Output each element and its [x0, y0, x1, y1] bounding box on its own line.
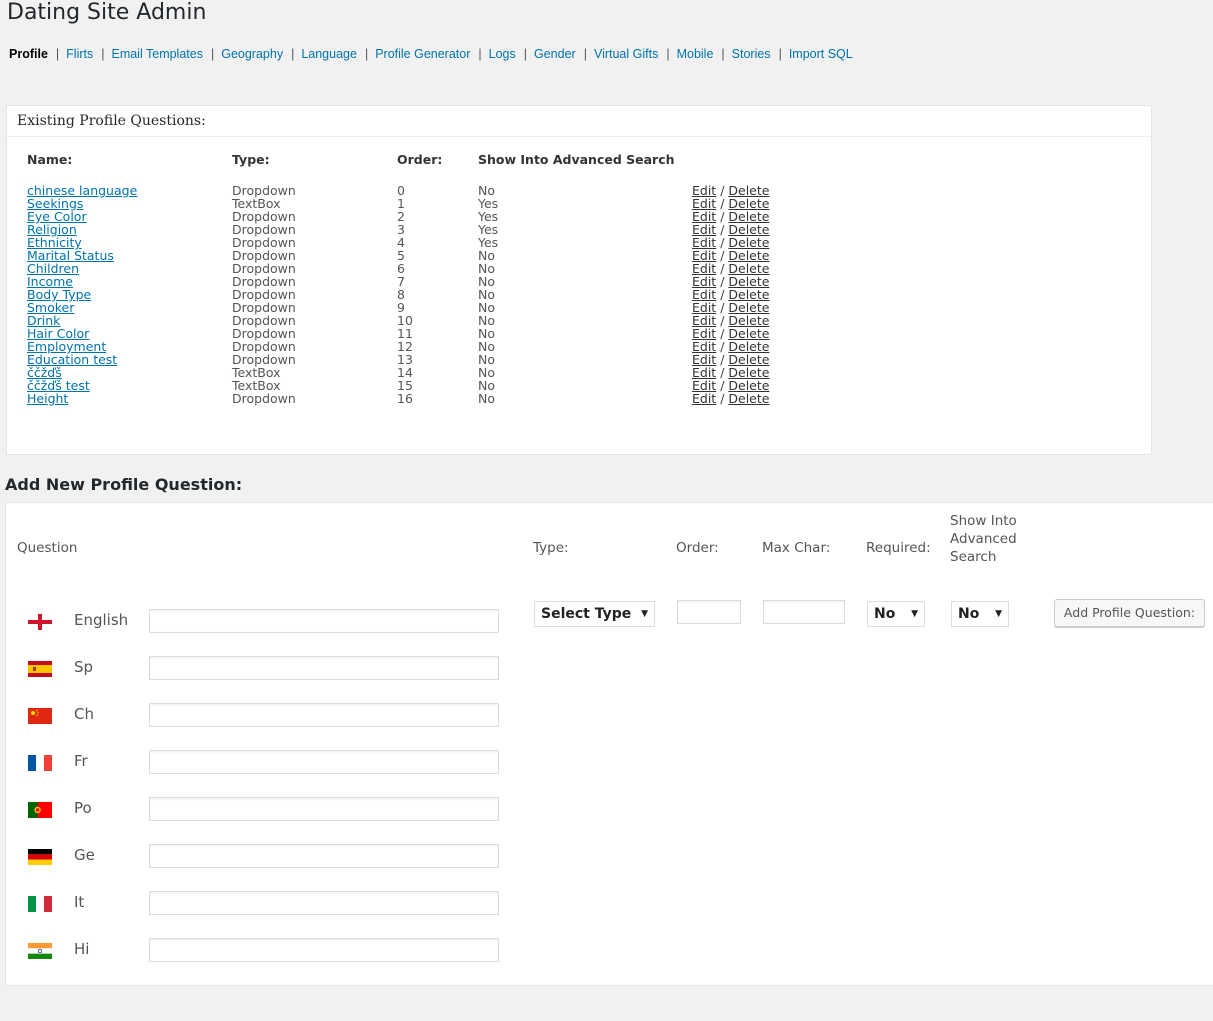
nav-separator: |: [210, 47, 215, 61]
nav-separator: |: [523, 47, 527, 61]
chevron-down-icon: ▼: [995, 609, 1002, 619]
nav-geography[interactable]: Geography: [221, 47, 283, 61]
label-advanced-search: Show Into Advanced Search: [950, 513, 1017, 565]
required-select-value: No: [874, 606, 896, 622]
language-label: It: [74, 893, 85, 911]
flag-germany-icon: [28, 849, 52, 865]
language-label: Ge: [74, 846, 95, 864]
order-input[interactable]: [677, 600, 741, 624]
nav-separator: |: [55, 47, 60, 61]
question-input-it[interactable]: [149, 891, 499, 915]
question-input-fr[interactable]: [149, 750, 499, 774]
required-select[interactable]: No ▼: [867, 601, 925, 627]
nav-separator: |: [101, 47, 105, 61]
language-label: English: [74, 611, 129, 629]
label-question: Question: [17, 540, 78, 556]
language-label: Fr: [74, 752, 88, 770]
nav-separator: |: [291, 47, 295, 61]
nav-email-templates[interactable]: Email Templates: [111, 47, 202, 61]
existing-questions-panel: Existing Profile Questions: Name: Type: …: [6, 105, 1152, 455]
flag-spain-icon: [28, 661, 52, 677]
language-label: Hi: [74, 940, 90, 958]
nav-logs[interactable]: Logs: [489, 47, 516, 61]
question-input-ch[interactable]: [149, 703, 499, 727]
nav-virtual-gifts[interactable]: Virtual Gifts: [594, 47, 658, 61]
type-select[interactable]: Select Type ▼: [534, 601, 655, 627]
label-order: Order:: [676, 540, 719, 556]
header-order: Order:: [397, 152, 443, 167]
admin-nav: Profile | Flirts | Email Templates | Geography…: [9, 47, 853, 61]
nav-mobile[interactable]: Mobile: [677, 47, 714, 61]
advanced-search-select-value: No: [958, 606, 980, 622]
delete-link[interactable]: Delete: [728, 391, 769, 406]
nav-separator: |: [583, 47, 587, 61]
question-input-po[interactable]: [149, 797, 499, 821]
nav-profile-generator[interactable]: Profile Generator: [375, 47, 470, 61]
language-label: Ch: [74, 705, 94, 723]
header-advanced-search: Show Into Advanced Search: [478, 152, 675, 167]
add-question-panel: Question Type: Order: Max Char: Required…: [5, 502, 1213, 986]
question-input-hi[interactable]: [149, 938, 499, 962]
question-input-ge[interactable]: [149, 844, 499, 868]
edit-link[interactable]: Edit: [692, 391, 716, 406]
question-order: 16: [397, 391, 413, 406]
advanced-search-select[interactable]: No ▼: [951, 601, 1009, 627]
header-type: Type:: [232, 152, 270, 167]
question-advanced-search: No: [478, 391, 495, 406]
nav-import-sql[interactable]: Import SQL: [789, 47, 853, 61]
nav-flirts[interactable]: Flirts: [66, 47, 93, 61]
nav-stories[interactable]: Stories: [732, 47, 771, 61]
language-label: Po: [74, 799, 92, 817]
question-type: Dropdown: [232, 391, 296, 406]
nav-separator: |: [778, 47, 782, 61]
question-name-link[interactable]: Height: [27, 391, 68, 406]
flag-portugal-icon: [28, 802, 52, 818]
label-type: Type:: [533, 540, 569, 556]
chevron-down-icon: ▼: [641, 609, 648, 619]
flag-france-icon: [28, 755, 52, 771]
flag-italy-icon: [28, 896, 52, 912]
nav-profile[interactable]: Profile: [9, 47, 48, 61]
language-label: Sp: [74, 658, 94, 676]
question-input-english[interactable]: [149, 609, 499, 633]
nav-language[interactable]: Language: [301, 47, 357, 61]
row-actions: Edit / Delete: [692, 391, 770, 406]
nav-separator: |: [478, 47, 482, 61]
label-max-char: Max Char:: [762, 540, 831, 556]
flag-china-icon: [28, 708, 52, 724]
nav-gender[interactable]: Gender: [534, 47, 576, 61]
add-profile-question-button[interactable]: Add Profile Question:: [1054, 599, 1205, 627]
flag-india-icon: [28, 943, 52, 959]
max-char-input[interactable]: [763, 600, 845, 624]
nav-separator: |: [364, 47, 369, 61]
question-input-sp[interactable]: [149, 656, 499, 680]
add-question-title: Add New Profile Question:: [5, 475, 243, 494]
chevron-down-icon: ▼: [911, 609, 918, 619]
existing-questions-title: Existing Profile Questions:: [7, 106, 1151, 137]
nav-separator: |: [666, 47, 670, 61]
app-title: Dating Site Admin: [7, 0, 207, 25]
header-name: Name:: [27, 152, 73, 167]
flag-england-icon: [28, 614, 52, 630]
label-required: Required:: [866, 540, 931, 556]
type-select-value: Select Type: [541, 606, 632, 622]
nav-separator: |: [721, 47, 725, 61]
